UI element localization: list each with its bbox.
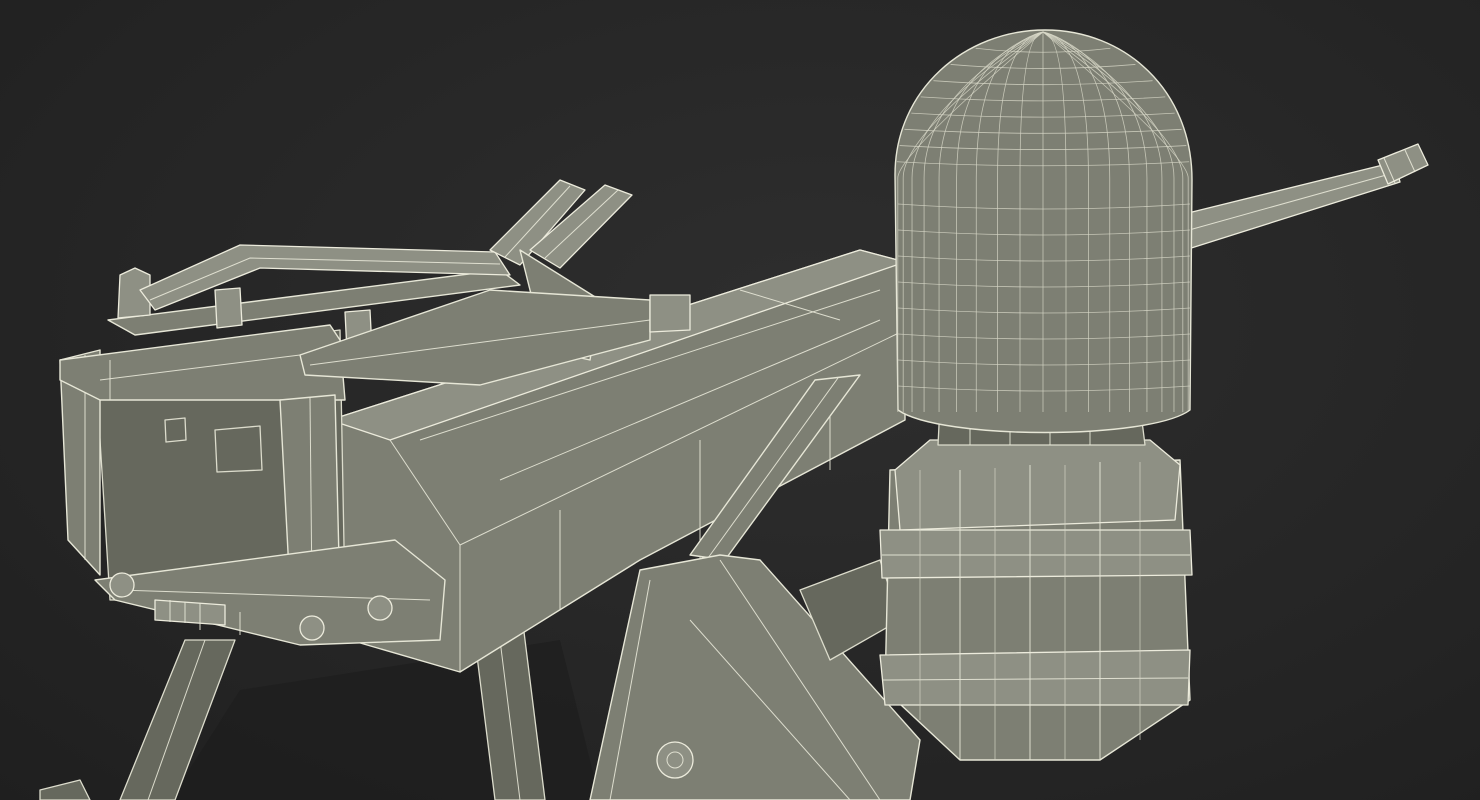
hub-bolt-icon xyxy=(656,741,694,779)
gun-barrel xyxy=(1179,143,1429,251)
bolt-icon xyxy=(109,572,135,598)
turret-drum xyxy=(879,404,1193,761)
bolt-icon xyxy=(367,595,393,621)
render-viewport xyxy=(0,0,1480,800)
bolt-icon xyxy=(299,615,325,641)
wireframe-weapon-model xyxy=(39,29,1429,800)
sensor-dome xyxy=(894,29,1193,434)
